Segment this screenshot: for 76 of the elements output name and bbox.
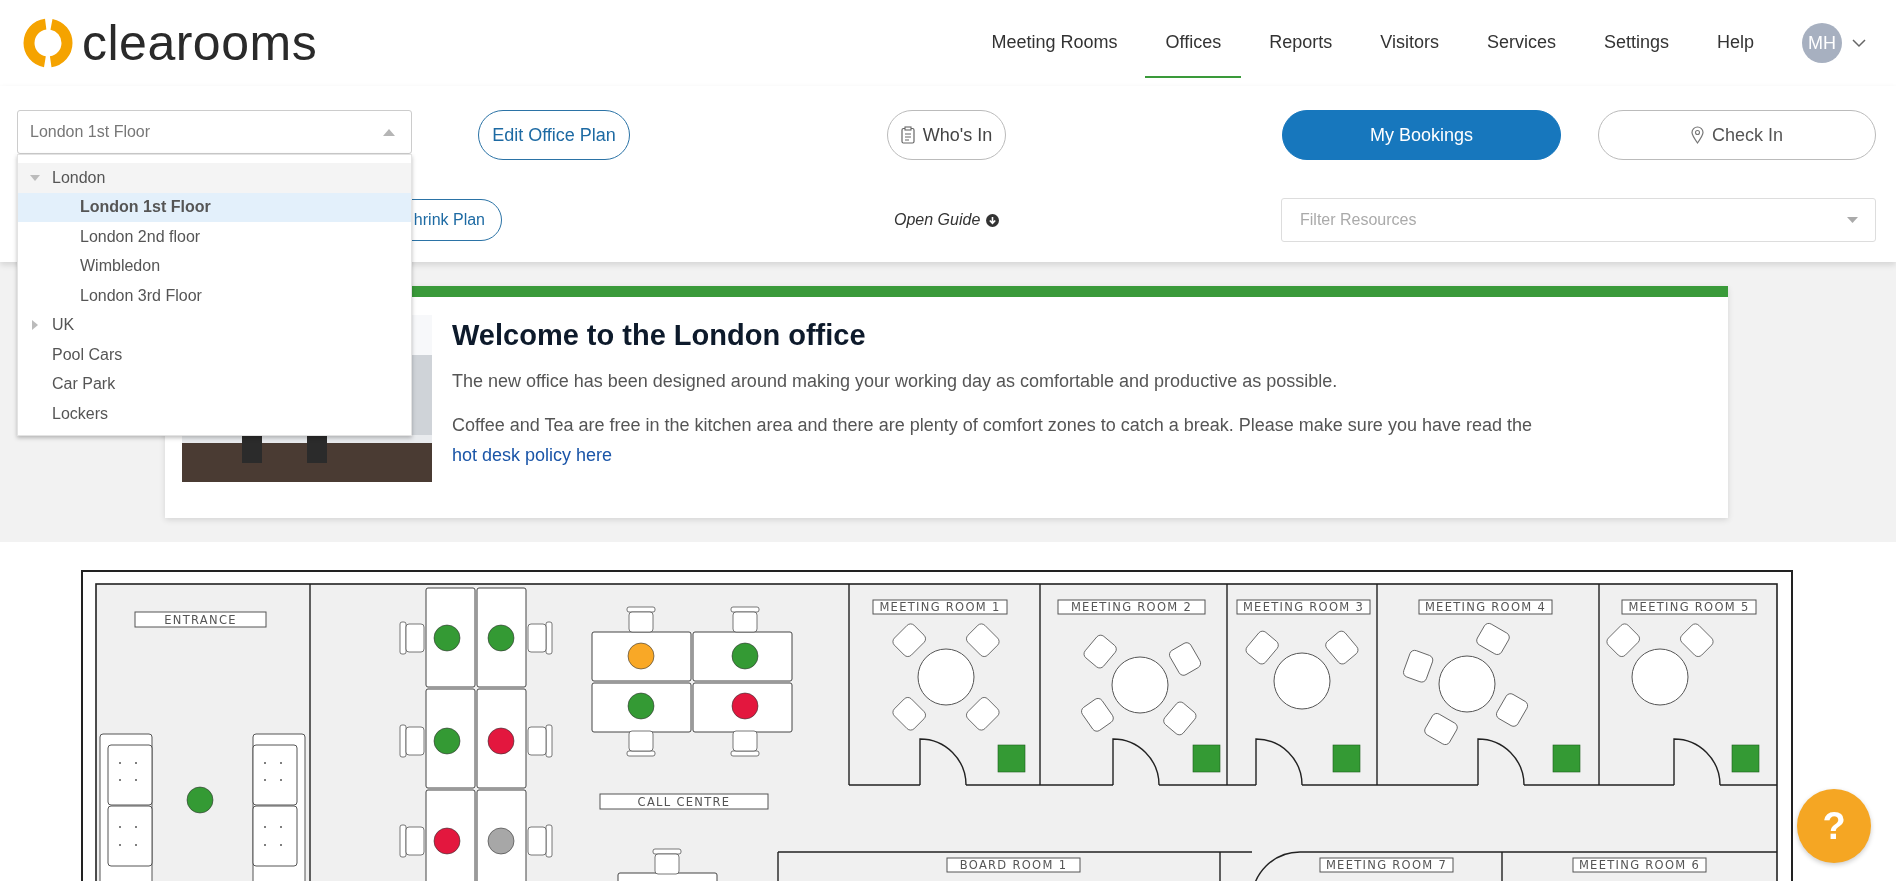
- arrow-down-circle-icon: [986, 213, 1000, 227]
- room-label: BOARD ROOM 1: [946, 857, 1081, 873]
- chevron-down-icon[interactable]: [1852, 38, 1866, 48]
- desk-status-dot[interactable]: [433, 727, 461, 755]
- location-select[interactable]: London 1st Floor: [17, 110, 412, 154]
- tree-item[interactable]: Pool Cars: [18, 340, 411, 370]
- door-icon: [1673, 738, 1721, 786]
- nav-tab[interactable]: Visitors: [1360, 8, 1459, 78]
- tree-item[interactable]: Car Park: [18, 369, 411, 399]
- welcome-paragraph: The new office has been designed around making your working day as comfortable and productive as possible.: [452, 370, 1339, 393]
- clipboard-icon: [900, 126, 915, 144]
- nav-tab[interactable]: Reports: [1249, 8, 1353, 78]
- room-label: MEETING ROOM 4: [1418, 599, 1553, 615]
- chair-icon: [527, 621, 553, 655]
- chair-icon: [626, 606, 656, 633]
- desk-status-dot[interactable]: [627, 692, 655, 720]
- action-button[interactable]: Edit Office Plan: [478, 110, 630, 160]
- action-button[interactable]: Who's In: [887, 110, 1006, 160]
- chair-icon: [730, 606, 760, 633]
- door-icon: [1255, 738, 1303, 786]
- policy-link[interactable]: hot desk policy here: [452, 445, 613, 465]
- tree-item[interactable]: Lockers: [18, 399, 411, 429]
- round-table: [917, 648, 975, 706]
- logo-wordmark: clearooms: [82, 18, 318, 68]
- room-label: MEETING ROOM 7: [1319, 857, 1454, 873]
- welcome-paragraph: Coffee and Tea are free in the kitchen area and there are plenty of comfort zones to catch a break. Please make sure you have read the hot desk policy here: [452, 414, 1533, 467]
- nav-tab[interactable]: Offices: [1145, 8, 1242, 78]
- room-label: MEETING ROOM 2: [1057, 599, 1206, 615]
- nav-tab[interactable]: Meeting Rooms: [971, 8, 1138, 78]
- welcome-title: Welcome to the London office: [452, 319, 867, 352]
- room-label: MEETING ROOM 5: [1621, 599, 1757, 615]
- tree-item[interactable]: UK: [18, 310, 411, 340]
- desk-status-dot[interactable]: [487, 827, 515, 855]
- action-button[interactable]: Check In: [1598, 110, 1876, 160]
- caret-up-icon: [383, 128, 395, 136]
- logo-ring-icon: [22, 17, 74, 69]
- chair-icon: [730, 730, 760, 757]
- chair-icon: [527, 724, 553, 758]
- area-label: ENTRANCE: [134, 611, 267, 628]
- room-label: MEETING ROOM 6: [1572, 857, 1707, 873]
- door-icon: [1477, 738, 1525, 786]
- map-pin-icon: [1690, 126, 1704, 144]
- chair-icon: [399, 621, 425, 655]
- round-table: [1438, 655, 1496, 713]
- open-guide-link[interactable]: Open Guide: [894, 211, 1000, 229]
- filter-resources-field[interactable]: Filter Resources: [1281, 198, 1876, 242]
- tree-item[interactable]: Wimbledon: [18, 251, 411, 281]
- desk-status-dot[interactable]: [487, 727, 515, 755]
- room-label: MEETING ROOM 3: [1236, 599, 1371, 615]
- tree-item[interactable]: London: [18, 163, 411, 193]
- chair-icon: [399, 724, 425, 758]
- nav-tab[interactable]: Help: [1696, 8, 1774, 78]
- desk-status-dot[interactable]: [731, 642, 759, 670]
- chair-icon: [626, 730, 656, 757]
- desk-status-dot[interactable]: [433, 624, 461, 652]
- desk-status-dot[interactable]: [627, 642, 655, 670]
- round-table: [1111, 656, 1169, 714]
- round-table: [1273, 652, 1331, 710]
- desk-status-dot[interactable]: [731, 692, 759, 720]
- chair-icon: [652, 848, 682, 875]
- desk-status-dot[interactable]: [433, 827, 461, 855]
- area-label: CALL CENTRE: [599, 793, 769, 810]
- tree-item[interactable]: London 1st Floor: [18, 192, 411, 222]
- round-table: [1631, 648, 1689, 706]
- tree-item[interactable]: London 3rd Floor: [18, 281, 411, 311]
- chair-icon: [527, 824, 553, 858]
- chair-icon: [399, 824, 425, 858]
- room-label: MEETING ROOM 1: [872, 599, 1008, 615]
- desk-status-dot[interactable]: [487, 624, 515, 652]
- desk-status-dot[interactable]: [186, 786, 214, 814]
- nav-tab[interactable]: Settings: [1583, 8, 1689, 78]
- caret-down-icon: [1847, 217, 1858, 223]
- door-icon: [919, 738, 967, 786]
- nav-tab[interactable]: Services: [1466, 8, 1576, 78]
- my-bookings-button[interactable]: My Bookings: [1282, 110, 1561, 160]
- door-icon: [1112, 738, 1160, 786]
